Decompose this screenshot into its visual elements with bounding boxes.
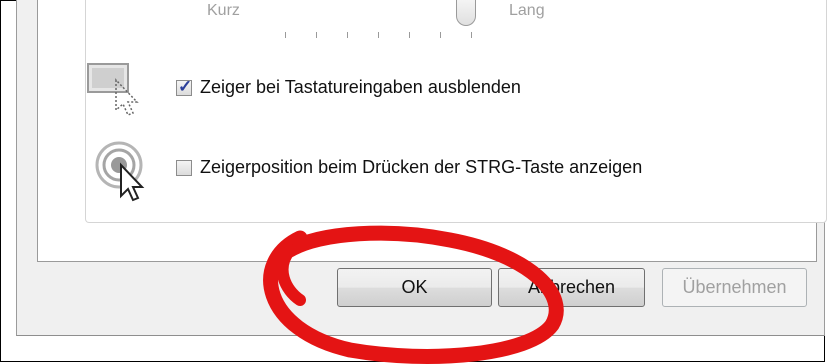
- slider-tick: [316, 32, 317, 38]
- slider-max-label: Lang: [509, 2, 545, 19]
- slider-min-label: Kurz: [207, 2, 240, 19]
- hide-pointer-icon: [86, 62, 148, 127]
- slider-thumb[interactable]: [456, 0, 476, 26]
- slider-tick: [285, 32, 286, 38]
- pointer-options-tab-page: [37, 0, 827, 262]
- pointer-location-icon: [95, 140, 155, 207]
- apply-button[interactable]: Übernehmen: [662, 268, 807, 307]
- slider-tick: [440, 32, 441, 38]
- show-pointer-location-label[interactable]: Zeigerposition beim Drücken der STRG-Tas…: [200, 157, 642, 178]
- hide-pointer-label[interactable]: Zeiger bei Tastatureingaben ausblenden: [200, 77, 521, 98]
- ok-button[interactable]: OK: [337, 268, 492, 307]
- show-pointer-location-checkbox[interactable]: [176, 160, 192, 176]
- hide-pointer-checkbox[interactable]: ✓: [176, 77, 193, 96]
- pointer-trail-slider[interactable]: [285, 32, 475, 38]
- cancel-button[interactable]: Abbrechen: [498, 268, 645, 307]
- slider-tick: [471, 32, 472, 38]
- slider-tick: [347, 32, 348, 38]
- slider-tick: [409, 32, 410, 38]
- checkmark-icon: ✓: [178, 77, 193, 96]
- slider-tick: [378, 32, 379, 38]
